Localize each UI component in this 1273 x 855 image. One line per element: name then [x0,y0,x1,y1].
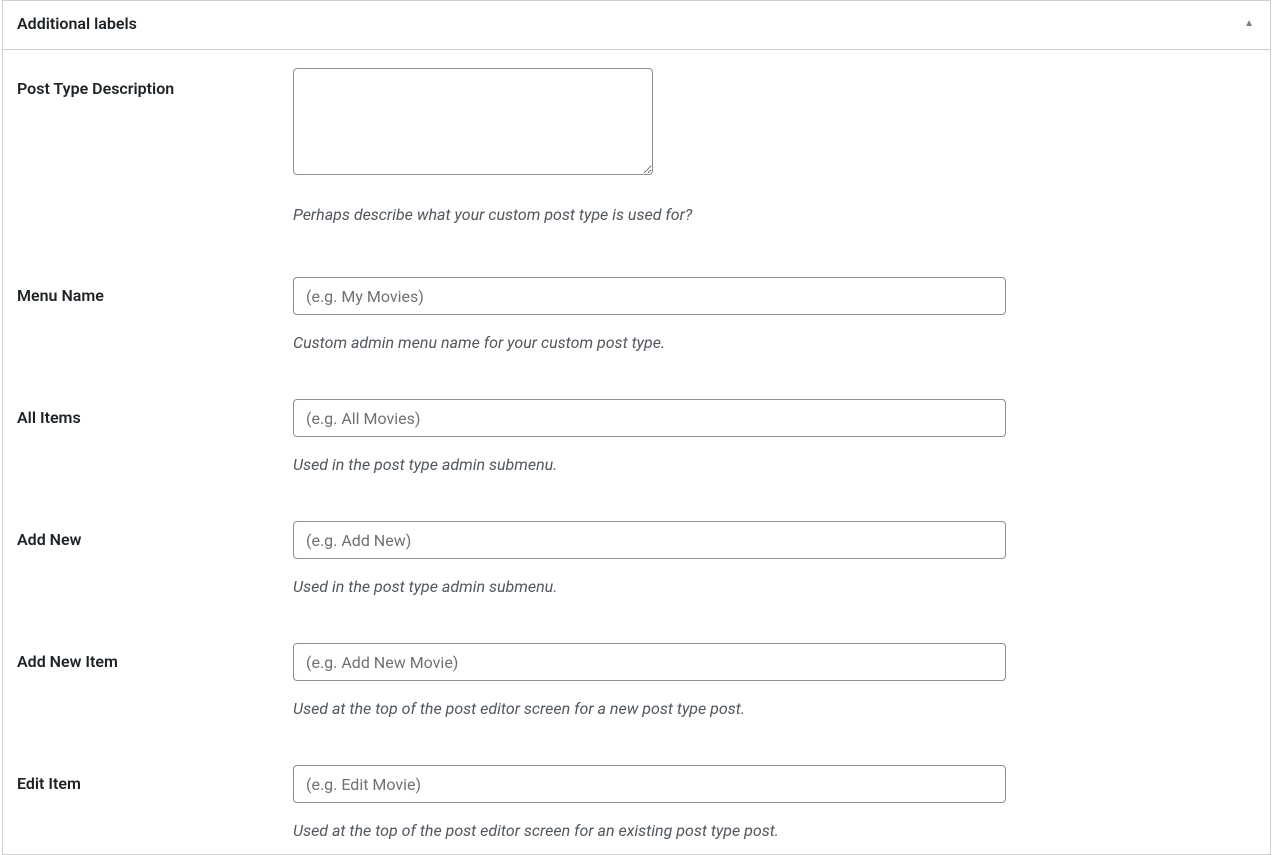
field-row-add-new: Add New Used in the post type admin subm… [17,521,1256,599]
field-row-edit-item: Edit Item Used at the top of the post ed… [17,765,1256,843]
field-row-add-new-item: Add New Item Used at the top of the post… [17,643,1256,721]
add-new-item-input[interactable] [293,643,1006,681]
field-control: Used at the top of the post editor scree… [293,765,1253,843]
menu-name-input[interactable] [293,277,1006,315]
field-control: Perhaps describe what your custom post t… [293,68,1253,227]
field-row-post-type-description: Post Type Description Perhaps describe w… [17,68,1256,227]
field-label: Edit Item [17,765,293,795]
field-label: All Items [17,399,293,429]
collapse-toggle-icon[interactable]: ▲ [1244,19,1256,29]
field-help: Perhaps describe what your custom post t… [293,203,1253,227]
field-control: Used at the top of the post editor scree… [293,643,1253,721]
field-control: Custom admin menu name for your custom p… [293,277,1253,355]
field-label: Post Type Description [17,68,293,100]
field-label: Menu Name [17,277,293,307]
field-help: Used at the top of the post editor scree… [293,697,1253,721]
field-help: Used in the post type admin submenu. [293,575,1253,599]
field-label: Add New [17,521,293,551]
field-help: Custom admin menu name for your custom p… [293,331,1253,355]
field-control: Used in the post type admin submenu. [293,399,1253,477]
edit-item-input[interactable] [293,765,1006,803]
panel-title: Additional labels [17,13,137,35]
post-type-description-textarea[interactable] [293,68,653,175]
field-row-all-items: All Items Used in the post type admin su… [17,399,1256,477]
field-help: Used at the top of the post editor scree… [293,819,1253,843]
field-control: Used in the post type admin submenu. [293,521,1253,599]
field-label: Add New Item [17,643,293,673]
additional-labels-panel: Additional labels ▲ Post Type Descriptio… [2,0,1271,855]
add-new-input[interactable] [293,521,1006,559]
field-help: Used in the post type admin submenu. [293,453,1253,477]
panel-header[interactable]: Additional labels ▲ [3,0,1270,50]
panel-body: Post Type Description Perhaps describe w… [3,50,1270,855]
all-items-input[interactable] [293,399,1006,437]
field-row-menu-name: Menu Name Custom admin menu name for you… [17,277,1256,355]
